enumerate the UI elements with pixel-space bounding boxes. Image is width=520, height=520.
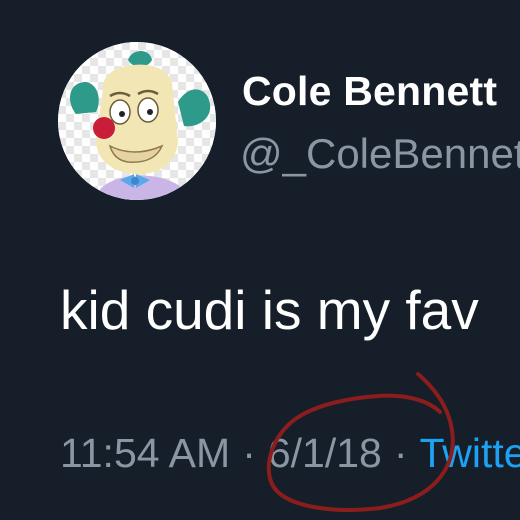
tweet-text: kid cudi is my fav	[60, 279, 479, 341]
tweet-meta: 11:54 AM·6/1/18·Twitter	[60, 430, 520, 477]
meta-separator: ·	[242, 430, 256, 476]
tweet-source-link[interactable]: Twitter	[420, 430, 520, 477]
meta-separator: ·	[393, 430, 408, 476]
tweet-date[interactable]: 6/1/18	[268, 430, 382, 477]
avatar[interactable]	[58, 42, 216, 200]
tweet-screenshot: Cole Bennett @_ColeBennett kid cudi is m…	[0, 0, 520, 520]
author-handle[interactable]: @_ColeBennett	[240, 130, 520, 178]
tweet-time[interactable]: 11:54 AM	[60, 430, 230, 477]
author-display-name[interactable]: Cole Bennett	[242, 68, 497, 115]
krusty-clown-avatar-icon	[58, 42, 216, 200]
